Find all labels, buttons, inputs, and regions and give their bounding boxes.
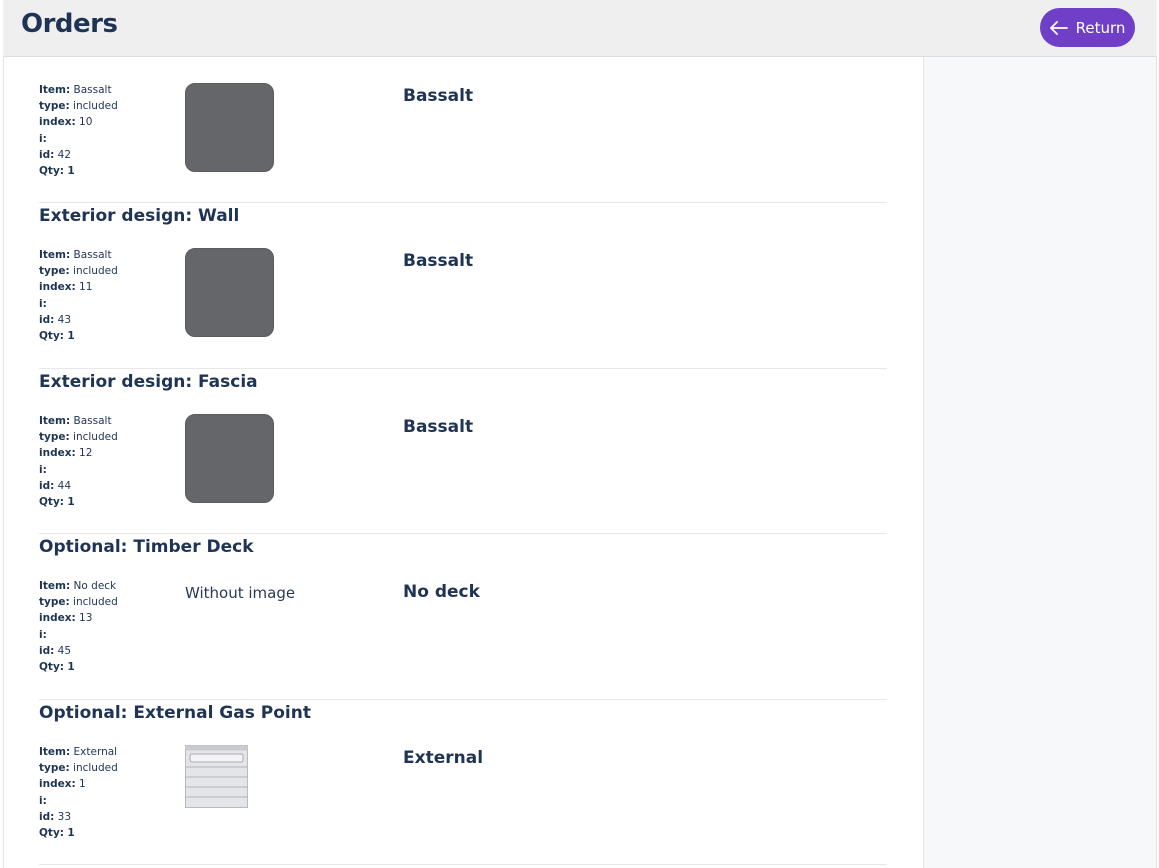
item-meta: Item: External type: included index: 1 i… — [39, 744, 118, 841]
meta-id-value: 43 — [57, 313, 72, 326]
meta-label-index: index: — [39, 281, 76, 294]
meta-id-value: 45 — [57, 644, 72, 657]
color-swatch-image — [185, 414, 274, 503]
meta-item-value: External — [73, 746, 118, 758]
meta-label-type: type: — [39, 596, 70, 609]
meta-label-id: id: — [39, 644, 55, 657]
meta-label-i: i: — [39, 132, 47, 145]
right-sidebar — [923, 57, 1156, 868]
meta-label-qty: Qty: — [39, 330, 64, 343]
meta-type-value: included — [73, 100, 118, 113]
arrow-left-icon — [1049, 20, 1068, 35]
item-meta: Item: Bassalt type: included index: 12 i… — [39, 413, 118, 510]
meta-index-value: 1 — [79, 778, 86, 791]
meta-label-item: Item: — [39, 84, 71, 96]
item-meta: Item: Bassalt type: included index: 11 i… — [39, 247, 118, 344]
meta-index-value: 11 — [79, 281, 93, 294]
item-meta: Item: No deck type: included index: 13 i… — [39, 578, 118, 675]
meta-label-type: type: — [39, 762, 70, 775]
meta-id-value: 44 — [57, 479, 72, 492]
return-button-label: Return — [1075, 18, 1126, 37]
section-divider — [39, 202, 887, 203]
section-title: Exterior design: Fascia — [39, 372, 258, 392]
item-name: No deck — [403, 582, 480, 602]
section-divider — [39, 699, 887, 700]
meta-label-index: index: — [39, 778, 76, 791]
meta-item-value: Bassalt — [73, 415, 112, 427]
meta-label-i: i: — [39, 628, 47, 641]
meta-index-value: 13 — [79, 612, 93, 625]
meta-label-item: Item: — [39, 415, 71, 427]
color-swatch-image — [185, 83, 274, 172]
section-title: Optional: External Gas Point — [39, 703, 311, 723]
meta-label-id: id: — [39, 313, 55, 326]
meta-label-i: i: — [39, 297, 47, 310]
meta-label-index: index: — [39, 116, 76, 129]
meta-type-value: included — [73, 265, 118, 278]
meta-label-qty: Qty: — [39, 496, 64, 509]
section-title: Exterior design: Wall — [39, 206, 240, 226]
item-meta: Item: Bassalt type: included index: 10 i… — [39, 82, 118, 179]
meta-label-id: id: — [39, 479, 55, 492]
meta-qty-value: 1 — [67, 496, 75, 509]
meta-label-i: i: — [39, 463, 47, 476]
meta-index-value: 12 — [79, 447, 93, 460]
meta-label-type: type: — [39, 431, 70, 444]
section-divider — [39, 533, 887, 534]
without-image-text: Without image — [185, 584, 296, 602]
meta-qty-value: 1 — [67, 330, 75, 343]
section-title: Optional: Timber Deck — [39, 537, 254, 557]
meta-label-qty: Qty: — [39, 827, 64, 840]
meta-label-item: Item: — [39, 249, 71, 261]
meta-label-qty: Qty: — [39, 661, 64, 674]
page-title: Orders — [21, 9, 118, 39]
color-swatch-image — [185, 248, 274, 337]
return-button[interactable]: Return — [1040, 8, 1135, 47]
meta-type-value: included — [73, 762, 118, 775]
item-name: Bassalt — [403, 251, 474, 271]
meta-label-qty: Qty: — [39, 165, 64, 178]
page-header: Orders Return — [3, 0, 1157, 57]
section-divider — [39, 368, 887, 369]
meta-item-value: Bassalt — [73, 249, 112, 261]
meta-id-value: 33 — [57, 810, 72, 823]
meta-label-index: index: — [39, 447, 76, 460]
meta-qty-value: 1 — [67, 165, 75, 178]
item-name: Bassalt — [403, 86, 474, 106]
meta-label-item: Item: — [39, 746, 71, 758]
item-name: Bassalt — [403, 417, 474, 437]
meta-qty-value: 1 — [67, 827, 75, 840]
meta-label-item: Item: — [39, 580, 71, 592]
meta-label-id: id: — [39, 148, 55, 161]
gas-box-thumbnail — [185, 745, 248, 808]
meta-item-value: Bassalt — [73, 84, 112, 96]
item-name: External — [403, 748, 484, 768]
meta-label-i: i: — [39, 794, 47, 807]
meta-label-type: type: — [39, 100, 70, 113]
meta-label-type: type: — [39, 265, 70, 278]
meta-type-value: included — [73, 431, 118, 444]
meta-type-value: included — [73, 596, 118, 609]
meta-label-index: index: — [39, 612, 76, 625]
meta-item-value: No deck — [73, 580, 117, 592]
section-divider — [39, 864, 887, 865]
meta-qty-value: 1 — [67, 661, 75, 674]
meta-index-value: 10 — [79, 116, 93, 129]
meta-label-id: id: — [39, 810, 55, 823]
order-items-list: Item: Bassalt type: included index: 10 i… — [39, 0, 887, 868]
meta-id-value: 42 — [57, 148, 72, 161]
